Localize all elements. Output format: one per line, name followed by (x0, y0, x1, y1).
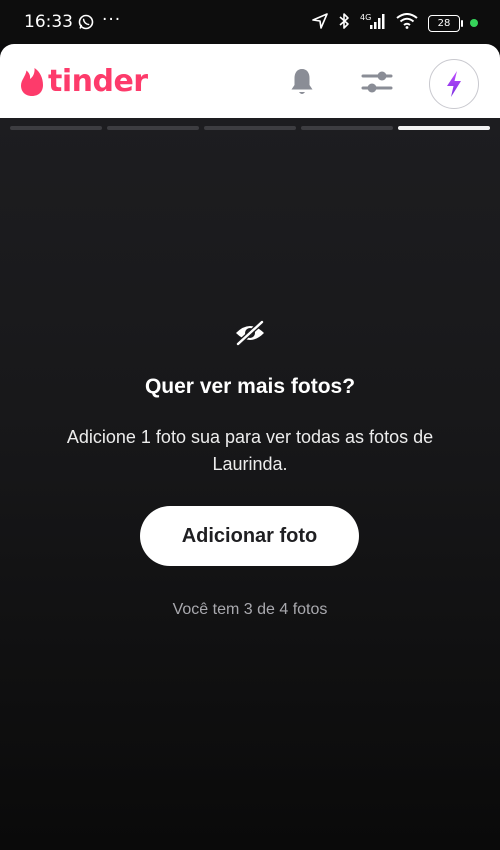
whatsapp-icon (78, 14, 94, 30)
camera-active-dot (470, 19, 478, 27)
add-photo-button[interactable]: Adicionar foto (140, 506, 359, 566)
more-photos-description: Adicione 1 foto sua para ver todas as fo… (66, 427, 434, 474)
more-photos-title: Quer ver mais fotos? (144, 375, 356, 398)
status-bar: 16:33 ··· 4G 28 (0, 0, 500, 44)
filters-button[interactable] (357, 62, 397, 102)
photo-progress-segment (10, 126, 102, 130)
signal-icon: 4G (360, 12, 386, 34)
boost-icon (447, 71, 461, 97)
photo-progress-segment (107, 126, 199, 130)
more-notifications-icon: ··· (102, 10, 122, 30)
battery-indicator: 28 (428, 14, 463, 32)
status-time: 16:33 (24, 12, 73, 32)
photo-progress-segment-active (398, 126, 490, 130)
location-icon (312, 13, 328, 33)
notifications-button[interactable] (282, 62, 322, 102)
photo-progress-indicator (10, 126, 490, 131)
filters-icon (361, 71, 393, 93)
flame-icon (21, 67, 43, 96)
logo-text: tinder (48, 64, 148, 99)
photo-progress-segment (301, 126, 393, 130)
bell-icon (291, 69, 313, 94)
photo-count-text: Você tem 3 de 4 fotos (172, 601, 328, 618)
boost-button[interactable] (429, 59, 479, 109)
profile-card[interactable]: Quer ver mais fotos? Adicione 1 foto sua… (0, 118, 500, 850)
svg-text:4G: 4G (360, 13, 371, 22)
photo-progress-segment (204, 126, 296, 130)
bluetooth-icon (338, 12, 350, 34)
wifi-icon (396, 13, 418, 33)
app-header: tinder (0, 44, 500, 118)
eye-off-icon (236, 320, 264, 346)
tinder-logo[interactable]: tinder (20, 64, 148, 99)
